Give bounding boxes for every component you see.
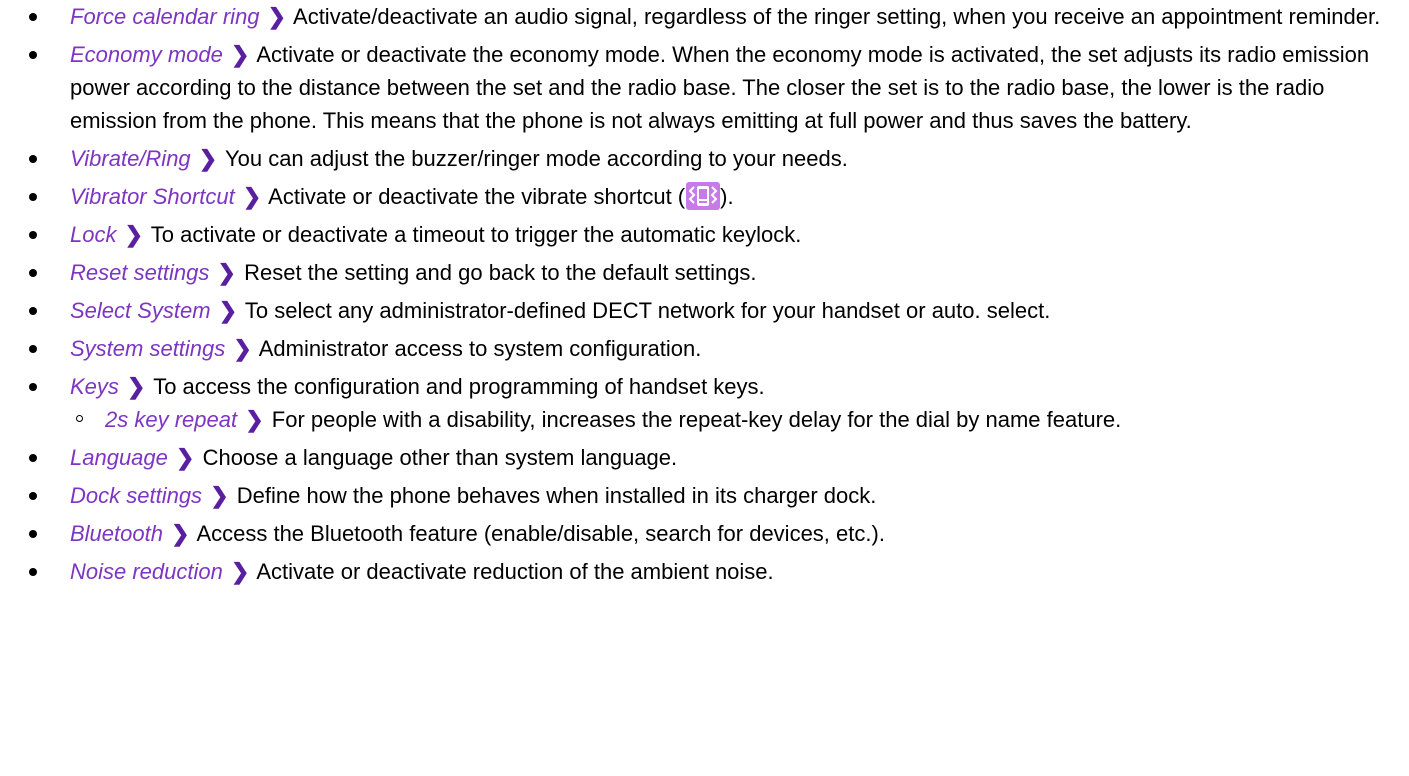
bullet: [29, 454, 37, 462]
term: Keys: [70, 374, 119, 399]
list-item-reset-settings: Reset settings ❯ Reset the setting and g…: [0, 256, 1409, 289]
list-item-noise-reduction: Noise reduction ❯ Activate or deactivate…: [0, 555, 1409, 588]
chevron-right-icon: ❯: [217, 260, 236, 285]
term: System settings: [70, 336, 226, 361]
chevron-right-icon: ❯: [231, 559, 250, 584]
sub-list-item-2s-key-repeat: 2s key repeat ❯ For people with a disabi…: [70, 403, 1389, 436]
term: Economy mode: [70, 42, 223, 67]
description: Choose a language other than system lang…: [202, 445, 678, 470]
bullet: [29, 193, 37, 201]
description-before-icon: Activate or deactivate the vibrate short…: [268, 184, 686, 209]
bullet: [29, 307, 37, 315]
chevron-right-icon: ❯: [210, 483, 229, 508]
chevron-right-icon: ❯: [124, 222, 144, 247]
list-item-dock-settings: Dock settings ❯ Define how the phone beh…: [0, 479, 1409, 512]
description: Reset the setting and go back to the def…: [244, 260, 757, 285]
chevron-right-icon: ❯: [171, 521, 190, 546]
bullet: [29, 568, 37, 576]
bullet: [29, 51, 37, 59]
chevron-right-icon: ❯: [245, 407, 264, 432]
vibrate-shortcut-icon: [686, 182, 721, 210]
list-item-keys: Keys ❯ To access the configuration and p…: [0, 370, 1409, 436]
chevron-right-icon: ❯: [176, 445, 195, 470]
term: Vibrate/Ring: [70, 146, 191, 171]
settings-list: Force calendar ring ❯ Activate/deactivat…: [0, 0, 1409, 593]
description: Activate or deactivate reduction of the …: [256, 559, 774, 584]
chevron-right-icon: ❯: [242, 184, 262, 209]
term: Force calendar ring: [70, 4, 260, 29]
description: To activate or deactivate a timeout to t…: [150, 222, 802, 247]
bullet: [29, 231, 37, 239]
list-item-language: Language ❯ Choose a language other than …: [0, 441, 1409, 474]
description: For people with a disability, increases …: [271, 407, 1122, 432]
term: Bluetooth: [70, 521, 163, 546]
chevron-right-icon: ❯: [233, 336, 252, 361]
bullet: [29, 492, 37, 500]
list-item-bluetooth: Bluetooth ❯ Access the Bluetooth feature…: [0, 517, 1409, 550]
description: Activate/deactivate an audio signal, reg…: [293, 4, 1381, 29]
list-item-economy-mode: Economy mode ❯ Activate or deactivate th…: [0, 38, 1409, 137]
description: Define how the phone behaves when instal…: [236, 483, 877, 508]
description: To select any administrator-defined DECT…: [244, 298, 1051, 323]
description-after-icon: ).: [720, 184, 734, 209]
bullet: [29, 155, 37, 163]
term: Noise reduction: [70, 559, 223, 584]
term: Select System: [70, 298, 211, 323]
description: Access the Bluetooth feature (enable/dis…: [196, 521, 885, 546]
list-item-vibrate-ring: Vibrate/Ring ❯ You can adjust the buzzer…: [0, 142, 1409, 175]
term: Vibrator Shortcut: [70, 184, 235, 209]
chevron-right-icon: ❯: [127, 374, 146, 399]
list-item-force-calendar-ring: Force calendar ring ❯ Activate/deactivat…: [0, 0, 1409, 33]
list-item-vibrator-shortcut: Vibrator Shortcut ❯ Activate or deactiva…: [0, 180, 1409, 213]
chevron-right-icon: ❯: [230, 42, 250, 67]
list-item-lock: Lock ❯ To activate or deactivate a timeo…: [0, 218, 1409, 251]
term: Lock: [70, 222, 117, 247]
bullet: [29, 13, 37, 21]
chevron-right-icon: ❯: [198, 146, 218, 171]
bullet: [29, 530, 37, 538]
list-item-select-system: Select System ❯ To select any administra…: [0, 294, 1409, 327]
description: Administrator access to system configura…: [258, 336, 702, 361]
hollow-bullet: [76, 415, 83, 422]
bullet: [29, 383, 37, 391]
bullet: [29, 269, 37, 277]
sub-list: 2s key repeat ❯ For people with a disabi…: [70, 403, 1389, 436]
term: Language: [70, 445, 168, 470]
description: You can adjust the buzzer/ringer mode ac…: [224, 146, 848, 171]
term: Reset settings: [70, 260, 210, 285]
bullet: [29, 345, 37, 353]
term: 2s key repeat: [105, 407, 238, 432]
list-item-system-settings: System settings ❯ Administrator access t…: [0, 332, 1409, 365]
description: To access the configuration and programm…: [153, 374, 765, 399]
chevron-right-icon: ❯: [267, 4, 287, 29]
chevron-right-icon: ❯: [218, 298, 238, 323]
document-page: Force calendar ring ❯ Activate/deactivat…: [0, 0, 1409, 776]
term: Dock settings: [70, 483, 203, 508]
description: Activate or deactivate the economy mode.…: [70, 42, 1370, 133]
